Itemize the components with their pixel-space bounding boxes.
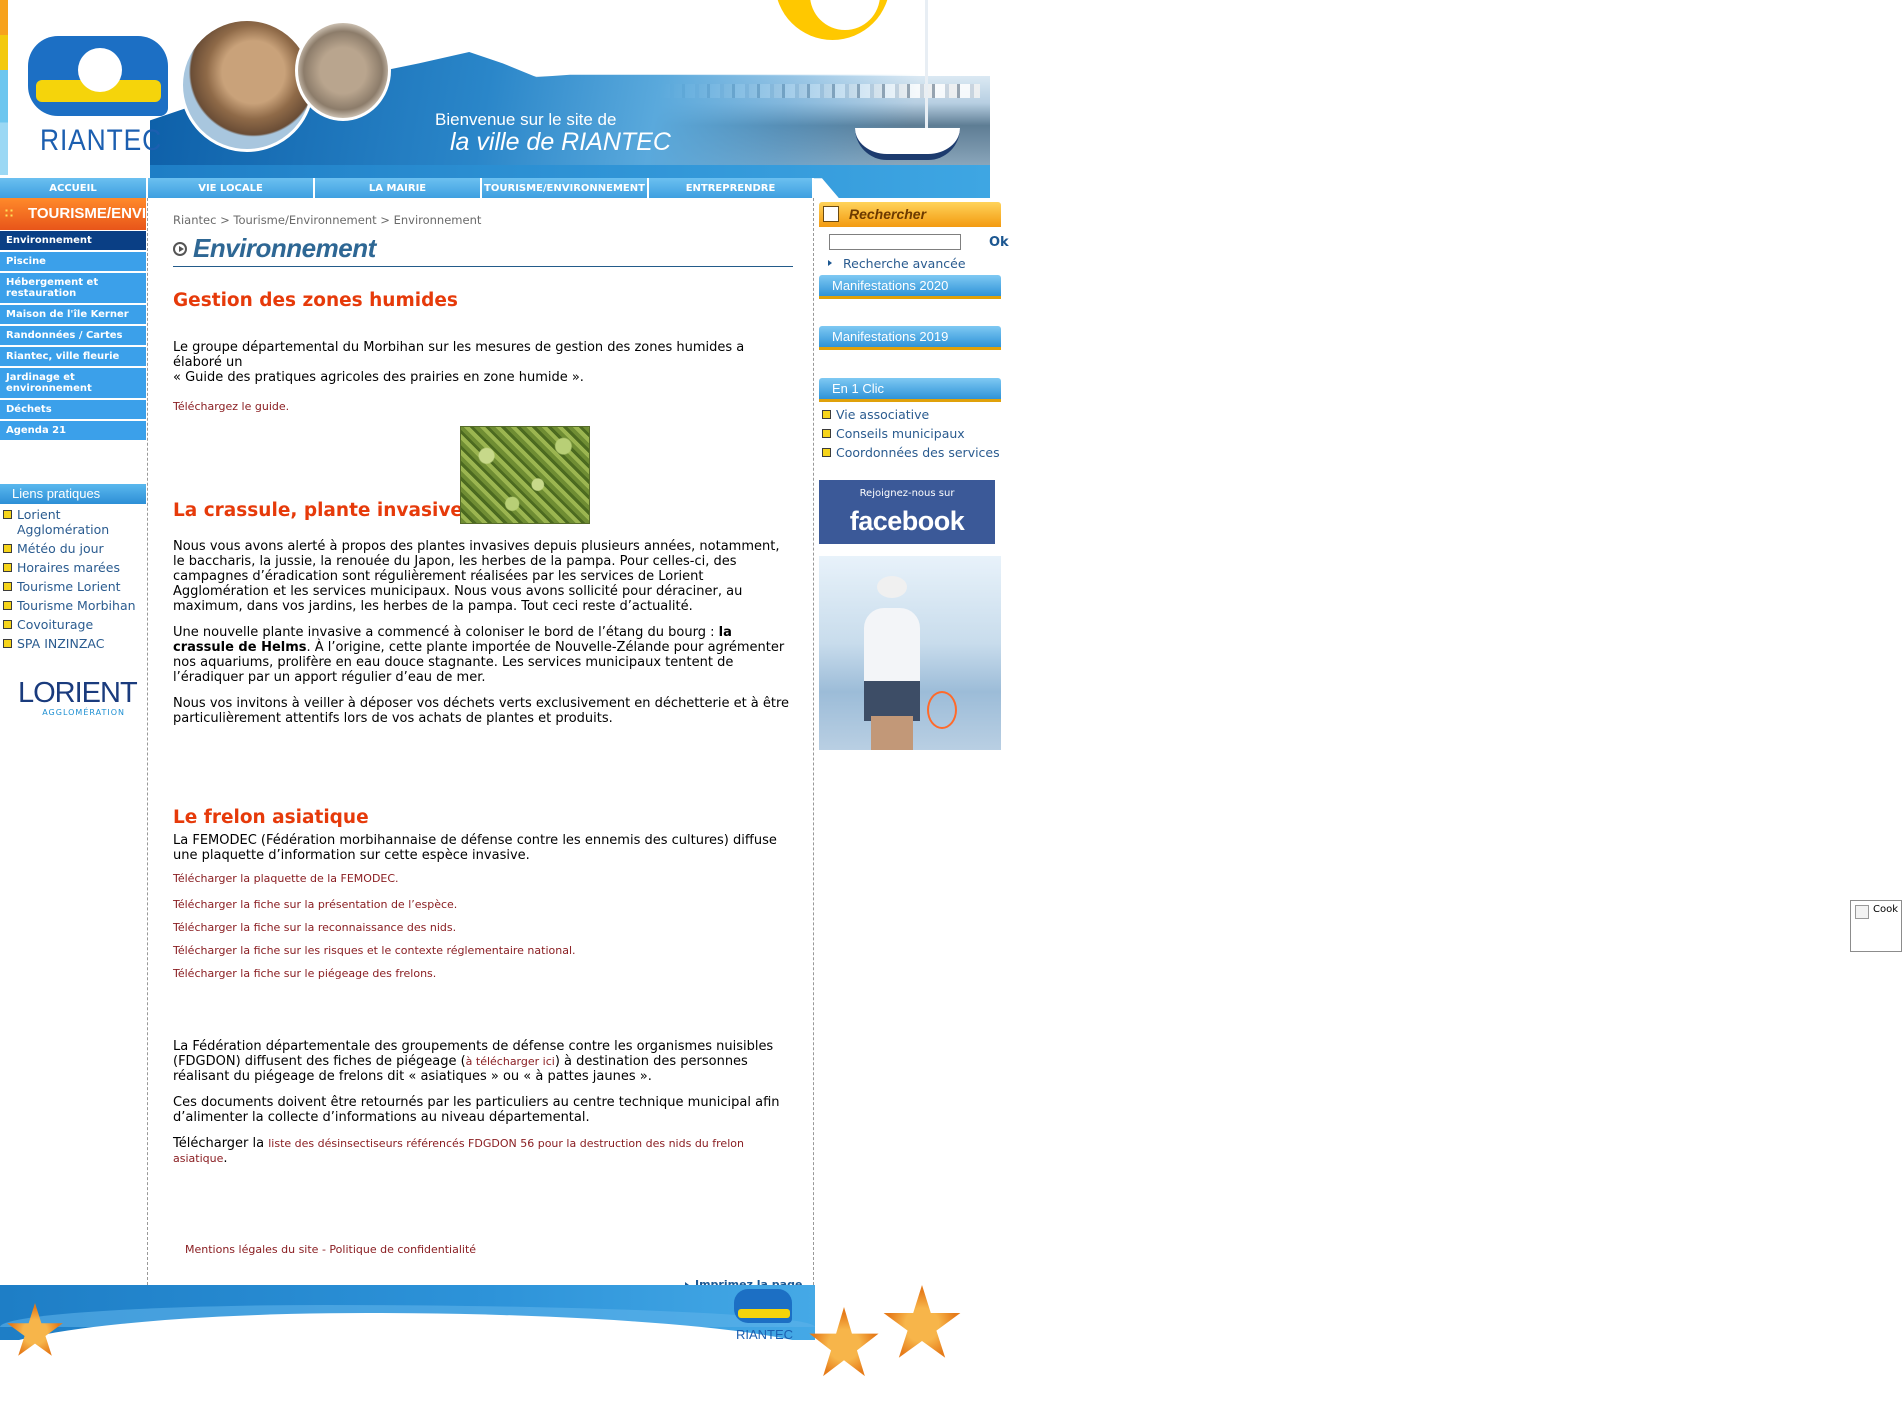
link-vie-associative[interactable]: Vie associative	[819, 407, 1019, 422]
article-body: Gestion des zones humides Le groupe dépa…	[173, 290, 791, 1166]
download-plaquette-link[interactable]: Télécharger la plaquette de la FEMODEC.	[173, 871, 791, 886]
footer-logo[interactable]: RIANTEC	[728, 1285, 798, 1345]
search-input[interactable]	[829, 234, 961, 250]
main-nav: ACCUEIL VIE LOCALE LA MAIRIE TOURISME/EN…	[0, 178, 814, 198]
page-title: Environnement	[193, 233, 376, 263]
menu-item-randonnees[interactable]: Randonnées / Cartes	[0, 326, 146, 347]
square-bullet-icon	[3, 544, 12, 553]
download-presentation-link[interactable]: Télécharger la fiche sur la présentation…	[173, 897, 791, 912]
link-spa-inzinzac[interactable]: SPA INZINZAC	[0, 636, 146, 651]
right-sidebar: Rechercher Ok Recherche avancée Manifest…	[819, 198, 1009, 758]
arrow-circle-icon	[173, 242, 187, 256]
menu-item-dechets[interactable]: Déchets	[0, 400, 146, 421]
fdgdon-download-link[interactable]: à télécharger ici	[466, 1055, 555, 1068]
en-1-clic-list: Vie associative Conseils municipaux Coor…	[819, 407, 1019, 464]
nav-tab-accueil[interactable]: ACCUEIL	[0, 178, 148, 198]
search-icon	[823, 206, 839, 222]
menu-item-hebergement[interactable]: Hébergement et restauration	[0, 273, 146, 305]
cookie-icon	[1855, 905, 1869, 919]
paragraph: Nous vous avons alerté à propos des plan…	[173, 539, 780, 614]
menu-item-maison-ile-kerner[interactable]: Maison de l'île Kerner	[0, 305, 146, 326]
search-ok-button[interactable]: Ok	[989, 235, 1009, 250]
lighthouse-photo	[180, 18, 314, 152]
site-footer: RIANTEC	[0, 1285, 990, 1385]
menu-item-piscine[interactable]: Piscine	[0, 252, 146, 273]
facebook-banner[interactable]: Rejoignez-nous sur facebook	[819, 480, 995, 544]
breadcrumb: Riantec > Tourisme/Environnement > Envir…	[173, 213, 482, 227]
heading-crassule: La crassule, plante invasive	[173, 500, 463, 521]
advanced-search-link[interactable]: Recherche avancée	[843, 256, 966, 271]
menu-item-agenda-21[interactable]: Agenda 21	[0, 421, 146, 442]
nav-tab-entreprendre[interactable]: ENTREPRENDRE	[649, 178, 814, 198]
menu-item-environnement[interactable]: Environnement	[0, 231, 146, 252]
menu-item-ville-fleurie[interactable]: Riantec, ville fleurie	[0, 347, 146, 368]
link-conseils-municipaux[interactable]: Conseils municipaux	[819, 426, 1019, 441]
download-piegeage-link[interactable]: Télécharger la fiche sur le piégeage des…	[173, 966, 791, 981]
download-nids-link[interactable]: Télécharger la fiche sur la reconnaissan…	[173, 920, 791, 935]
welcome-line2: la ville de RIANTEC	[450, 128, 671, 156]
square-bullet-icon	[3, 601, 12, 610]
facebook-logo: facebook	[849, 506, 965, 536]
square-bullet-icon	[822, 410, 831, 419]
link-meteo[interactable]: Météo du jour	[0, 541, 146, 556]
section-title: TOURISME/ENVIRONNEMENT	[0, 198, 146, 230]
mentions-legales-link[interactable]: Mentions légales du site	[185, 1243, 318, 1256]
download-risques-link[interactable]: Télécharger la fiche sur les risques et …	[173, 943, 791, 958]
square-bullet-icon	[822, 429, 831, 438]
heading-frelon: Le frelon asiatique	[173, 807, 369, 828]
privacy-link[interactable]: Politique de confidentialité	[329, 1243, 476, 1256]
color-strip	[0, 0, 8, 175]
footer-links: Mentions légales du site - Politique de …	[185, 1243, 477, 1256]
paragraph: Le groupe départemental du Morbihan sur …	[173, 340, 745, 385]
liens-pratiques-list: Lorient Agglomération Météo du jour Hora…	[0, 507, 146, 655]
dots-icon	[4, 208, 14, 218]
starfish-icon	[883, 1285, 961, 1358]
square-bullet-icon	[3, 620, 12, 629]
cookie-widget[interactable]: Cook	[1850, 900, 1902, 952]
link-coordonnees-services[interactable]: Coordonnées des services	[819, 445, 1019, 460]
search-header: Rechercher	[819, 202, 1001, 227]
en-1-clic-header: En 1 Clic	[819, 378, 1001, 402]
site-logo[interactable]: RIANTEC	[18, 28, 178, 163]
square-bullet-icon	[3, 563, 12, 572]
manifestations-2020[interactable]: Manifestations 2020	[819, 275, 1001, 299]
heading-zones-humides: Gestion des zones humides	[173, 290, 458, 311]
paragraph: Télécharger la liste des désinsectiseurs…	[173, 1136, 744, 1166]
square-bullet-icon	[3, 582, 12, 591]
nav-tab-la-mairie[interactable]: LA MAIRIE	[315, 178, 482, 198]
lorient-agglomeration-logo[interactable]: LORIENT AGGLOMÉRATION	[18, 678, 138, 723]
main-content: Riantec > Tourisme/Environnement > Envir…	[148, 198, 814, 1291]
square-bullet-icon	[3, 639, 12, 648]
beach-photo	[295, 20, 391, 121]
menu-item-jardinage[interactable]: Jardinage et environnement	[0, 368, 146, 400]
logo-text: RIANTEC	[40, 124, 163, 157]
link-marees[interactable]: Horaires marées	[0, 560, 146, 575]
arrow-right-icon	[828, 260, 832, 266]
crassule-photo	[460, 426, 590, 524]
square-bullet-icon	[822, 448, 831, 457]
paragraph: Une nouvelle plante invasive a commencé …	[173, 625, 785, 685]
left-sidebar: TOURISME/ENVIRONNEMENT Environnement Pis…	[0, 198, 148, 1285]
welcome-line1: Bienvenue sur le site de	[435, 110, 617, 129]
paragraph: Nous vos invitons à veiller à déposer vo…	[173, 696, 790, 726]
beach-fisher-photo	[819, 556, 1001, 750]
manifestations-2019[interactable]: Manifestations 2019	[819, 326, 1001, 350]
nav-tab-vie-locale[interactable]: VIE LOCALE	[148, 178, 315, 198]
paragraph: La FEMODEC (Fédération morbihannaise de …	[173, 833, 777, 863]
paragraph: Ces documents doivent être retournés par…	[173, 1095, 780, 1125]
download-guide-link[interactable]: Téléchargez le guide.	[173, 399, 791, 414]
square-bullet-icon	[3, 510, 12, 519]
nav-tab-tourisme[interactable]: TOURISME/ENVIRONNEMENT	[482, 178, 649, 198]
link-lorient-agglo[interactable]: Lorient Agglomération	[0, 507, 146, 537]
link-tourisme-lorient[interactable]: Tourisme Lorient	[0, 579, 146, 594]
site-header: RIANTEC Bienvenue sur le site de la vill…	[0, 0, 990, 198]
liens-pratiques-title: Liens pratiques	[0, 484, 146, 504]
link-tourisme-morbihan[interactable]: Tourisme Morbihan	[0, 598, 146, 613]
link-covoiturage[interactable]: Covoiturage	[0, 617, 146, 632]
section-menu: Environnement Piscine Hébergement et res…	[0, 231, 146, 442]
paragraph: La Fédération départementale des groupem…	[173, 1039, 774, 1084]
boat-graphic	[855, 128, 960, 160]
